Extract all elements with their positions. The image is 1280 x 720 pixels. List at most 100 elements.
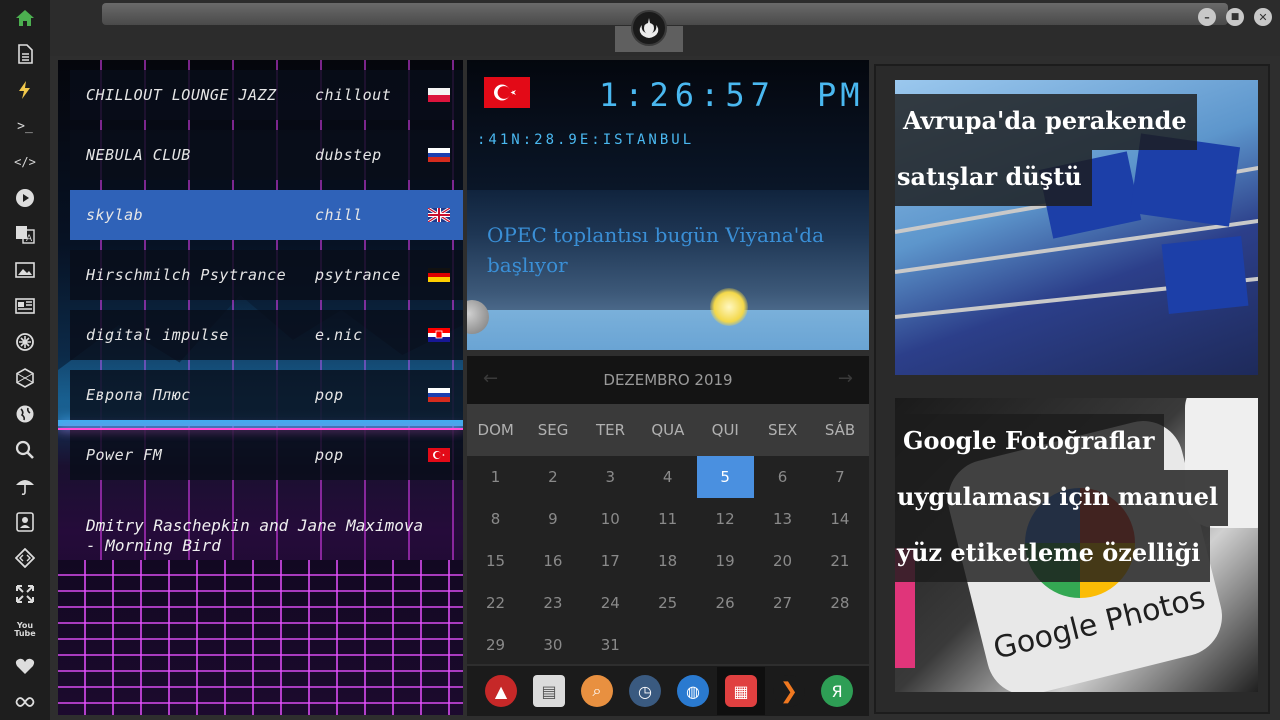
terminal-icon[interactable]: >_ (13, 114, 37, 138)
translate-icon[interactable]: A (13, 222, 37, 246)
lightning-icon[interactable] (13, 78, 37, 102)
calendar-widget: ← DEZEMBRO 2019 → DOM SEG TER QUA QUI SEX SÁB … (467, 356, 869, 664)
calendar-day[interactable]: 7 (811, 456, 868, 498)
infinity-icon[interactable] (13, 690, 37, 714)
app-dock: ▲ ▤ ⌕ ◷ ◍ ▦ ❯ Я (467, 666, 869, 716)
calendar-day[interactable]: 29 (467, 624, 524, 666)
dock-app[interactable]: ◍ (669, 667, 717, 715)
news-card[interactable]: Google Photos Google Fotoğraflar uygulam… (895, 398, 1258, 692)
left-sidebar: >_ </> A You Tube (0, 0, 50, 720)
calendar-day[interactable]: 1 (467, 456, 524, 498)
search-icon[interactable] (13, 438, 37, 462)
image-icon[interactable] (13, 258, 37, 282)
station-genre: dubstep (315, 146, 382, 164)
news-title-line: yüz etiketleme özelliği (895, 526, 1211, 582)
clock-app-icon: ◷ (629, 675, 661, 707)
turkey-flag (428, 448, 450, 462)
next-month-button[interactable]: → (838, 368, 853, 389)
dock-app[interactable]: ▤ (525, 667, 573, 715)
station-name: digital impulse (86, 326, 229, 344)
play-arrow-app-icon: ❯ (773, 675, 805, 707)
calendar-day[interactable]: 2 (524, 456, 581, 498)
calendar-day[interactable]: 10 (582, 498, 639, 540)
calendar-day[interactable]: 22 (467, 582, 524, 624)
play-icon[interactable] (13, 186, 37, 210)
news-icon[interactable] (13, 294, 37, 318)
station-item[interactable]: NEBULA CLUB dubstep (70, 130, 463, 180)
weekday-label: TER (595, 421, 625, 439)
station-genre: pop (315, 446, 344, 464)
calendar-day[interactable]: 16 (524, 540, 581, 582)
calendar-header: ← DEZEMBRO 2019 → (467, 356, 869, 404)
calendar-day[interactable]: 24 (582, 582, 639, 624)
station-genre: chillout (315, 86, 392, 104)
previous-month-button[interactable]: ← (483, 368, 498, 389)
calendar-day[interactable]: 11 (639, 498, 696, 540)
clock-headline[interactable]: OPEC toplantısı bugün Viyana'da başlıyor (487, 220, 847, 280)
calendar-day[interactable]: 12 (697, 498, 754, 540)
poland-flag (428, 88, 450, 102)
calendar-day[interactable]: 9 (524, 498, 581, 540)
contact-card-icon[interactable] (13, 510, 37, 534)
calendar-day[interactable]: 28 (811, 582, 868, 624)
calendar-day-today[interactable]: 5 (696, 456, 754, 498)
rebel-alliance-logo-icon[interactable] (631, 10, 667, 46)
calendar-day[interactable]: 13 (754, 498, 811, 540)
now-playing-track: Dmitry Raschepkin and Jane Maximova - Mo… (86, 516, 424, 555)
station-item[interactable]: Hirschmilch Psytrance psytrance (70, 250, 463, 300)
calendar-day[interactable]: 30 (524, 624, 581, 666)
croatia-flag (428, 328, 450, 342)
calendar-day[interactable]: 20 (754, 540, 811, 582)
code-diamond-icon[interactable] (13, 546, 37, 570)
dock-app[interactable]: ◷ (621, 667, 669, 715)
calendar-day[interactable]: 14 (811, 498, 868, 540)
russia-flag (428, 148, 450, 162)
calendar-day[interactable]: 3 (582, 456, 639, 498)
globe-icon[interactable] (13, 402, 37, 426)
arrow-app-icon: ▲ (485, 675, 517, 707)
station-name: skylab (86, 206, 144, 224)
calendar-day[interactable]: 21 (811, 540, 868, 582)
calendar-day[interactable]: 6 (754, 456, 811, 498)
hexagon-icon[interactable] (13, 366, 37, 390)
news-title-line: Google Fotoğraflar (895, 414, 1165, 470)
close-button[interactable]: ✕ (1254, 8, 1272, 26)
calendar-day[interactable]: 31 (582, 624, 639, 666)
calendar-day[interactable]: 26 (697, 582, 754, 624)
minimize-button[interactable]: – (1198, 8, 1216, 26)
calendar-day[interactable]: 15 (467, 540, 524, 582)
code-icon[interactable]: </> (13, 150, 37, 174)
synthwave-grid (58, 560, 463, 715)
expand-icon[interactable] (13, 582, 37, 606)
heart-icon[interactable] (13, 654, 37, 678)
news-title: Google Fotoğraflar uygulaması için manue… (895, 414, 1229, 582)
station-item[interactable]: Европа Плюс pop (70, 370, 463, 420)
dock-app[interactable]: ❯ (765, 667, 813, 715)
maximize-button[interactable]: ■ (1226, 8, 1244, 26)
dock-app[interactable]: ▦ (717, 667, 765, 715)
calendar-day[interactable]: 19 (697, 540, 754, 582)
calendar-day[interactable]: 23 (524, 582, 581, 624)
calendar-day[interactable]: 4 (639, 456, 696, 498)
station-item[interactable]: skylab chill (70, 190, 463, 240)
station-item[interactable]: Power FM pop (70, 430, 463, 480)
calendar-day[interactable]: 8 (467, 498, 524, 540)
youtube-icon[interactable]: You Tube (13, 618, 37, 642)
settings-icon[interactable] (13, 330, 37, 354)
calendar-day[interactable]: 27 (754, 582, 811, 624)
document-icon[interactable] (13, 42, 37, 66)
calendar-day[interactable]: 18 (639, 540, 696, 582)
news-card[interactable]: Avrupa'da perakende satışlar düştü (895, 80, 1258, 375)
clock-time: 1:26:57 (599, 76, 776, 114)
calendar-day[interactable]: 25 (639, 582, 696, 624)
station-item[interactable]: digital impulse e.nic (70, 310, 463, 360)
umbrella-icon[interactable] (13, 474, 37, 498)
dock-app[interactable]: Я (813, 667, 861, 715)
calendar-day[interactable]: 17 (582, 540, 639, 582)
dock-app[interactable]: ⌕ (573, 667, 621, 715)
home-icon[interactable] (13, 6, 37, 30)
clock-ampm: PM (817, 76, 864, 114)
station-item[interactable]: CHILLOUT LOUNGE JAZZ chillout (70, 70, 463, 120)
station-genre: chill (315, 206, 363, 224)
dock-app[interactable]: ▲ (477, 667, 525, 715)
